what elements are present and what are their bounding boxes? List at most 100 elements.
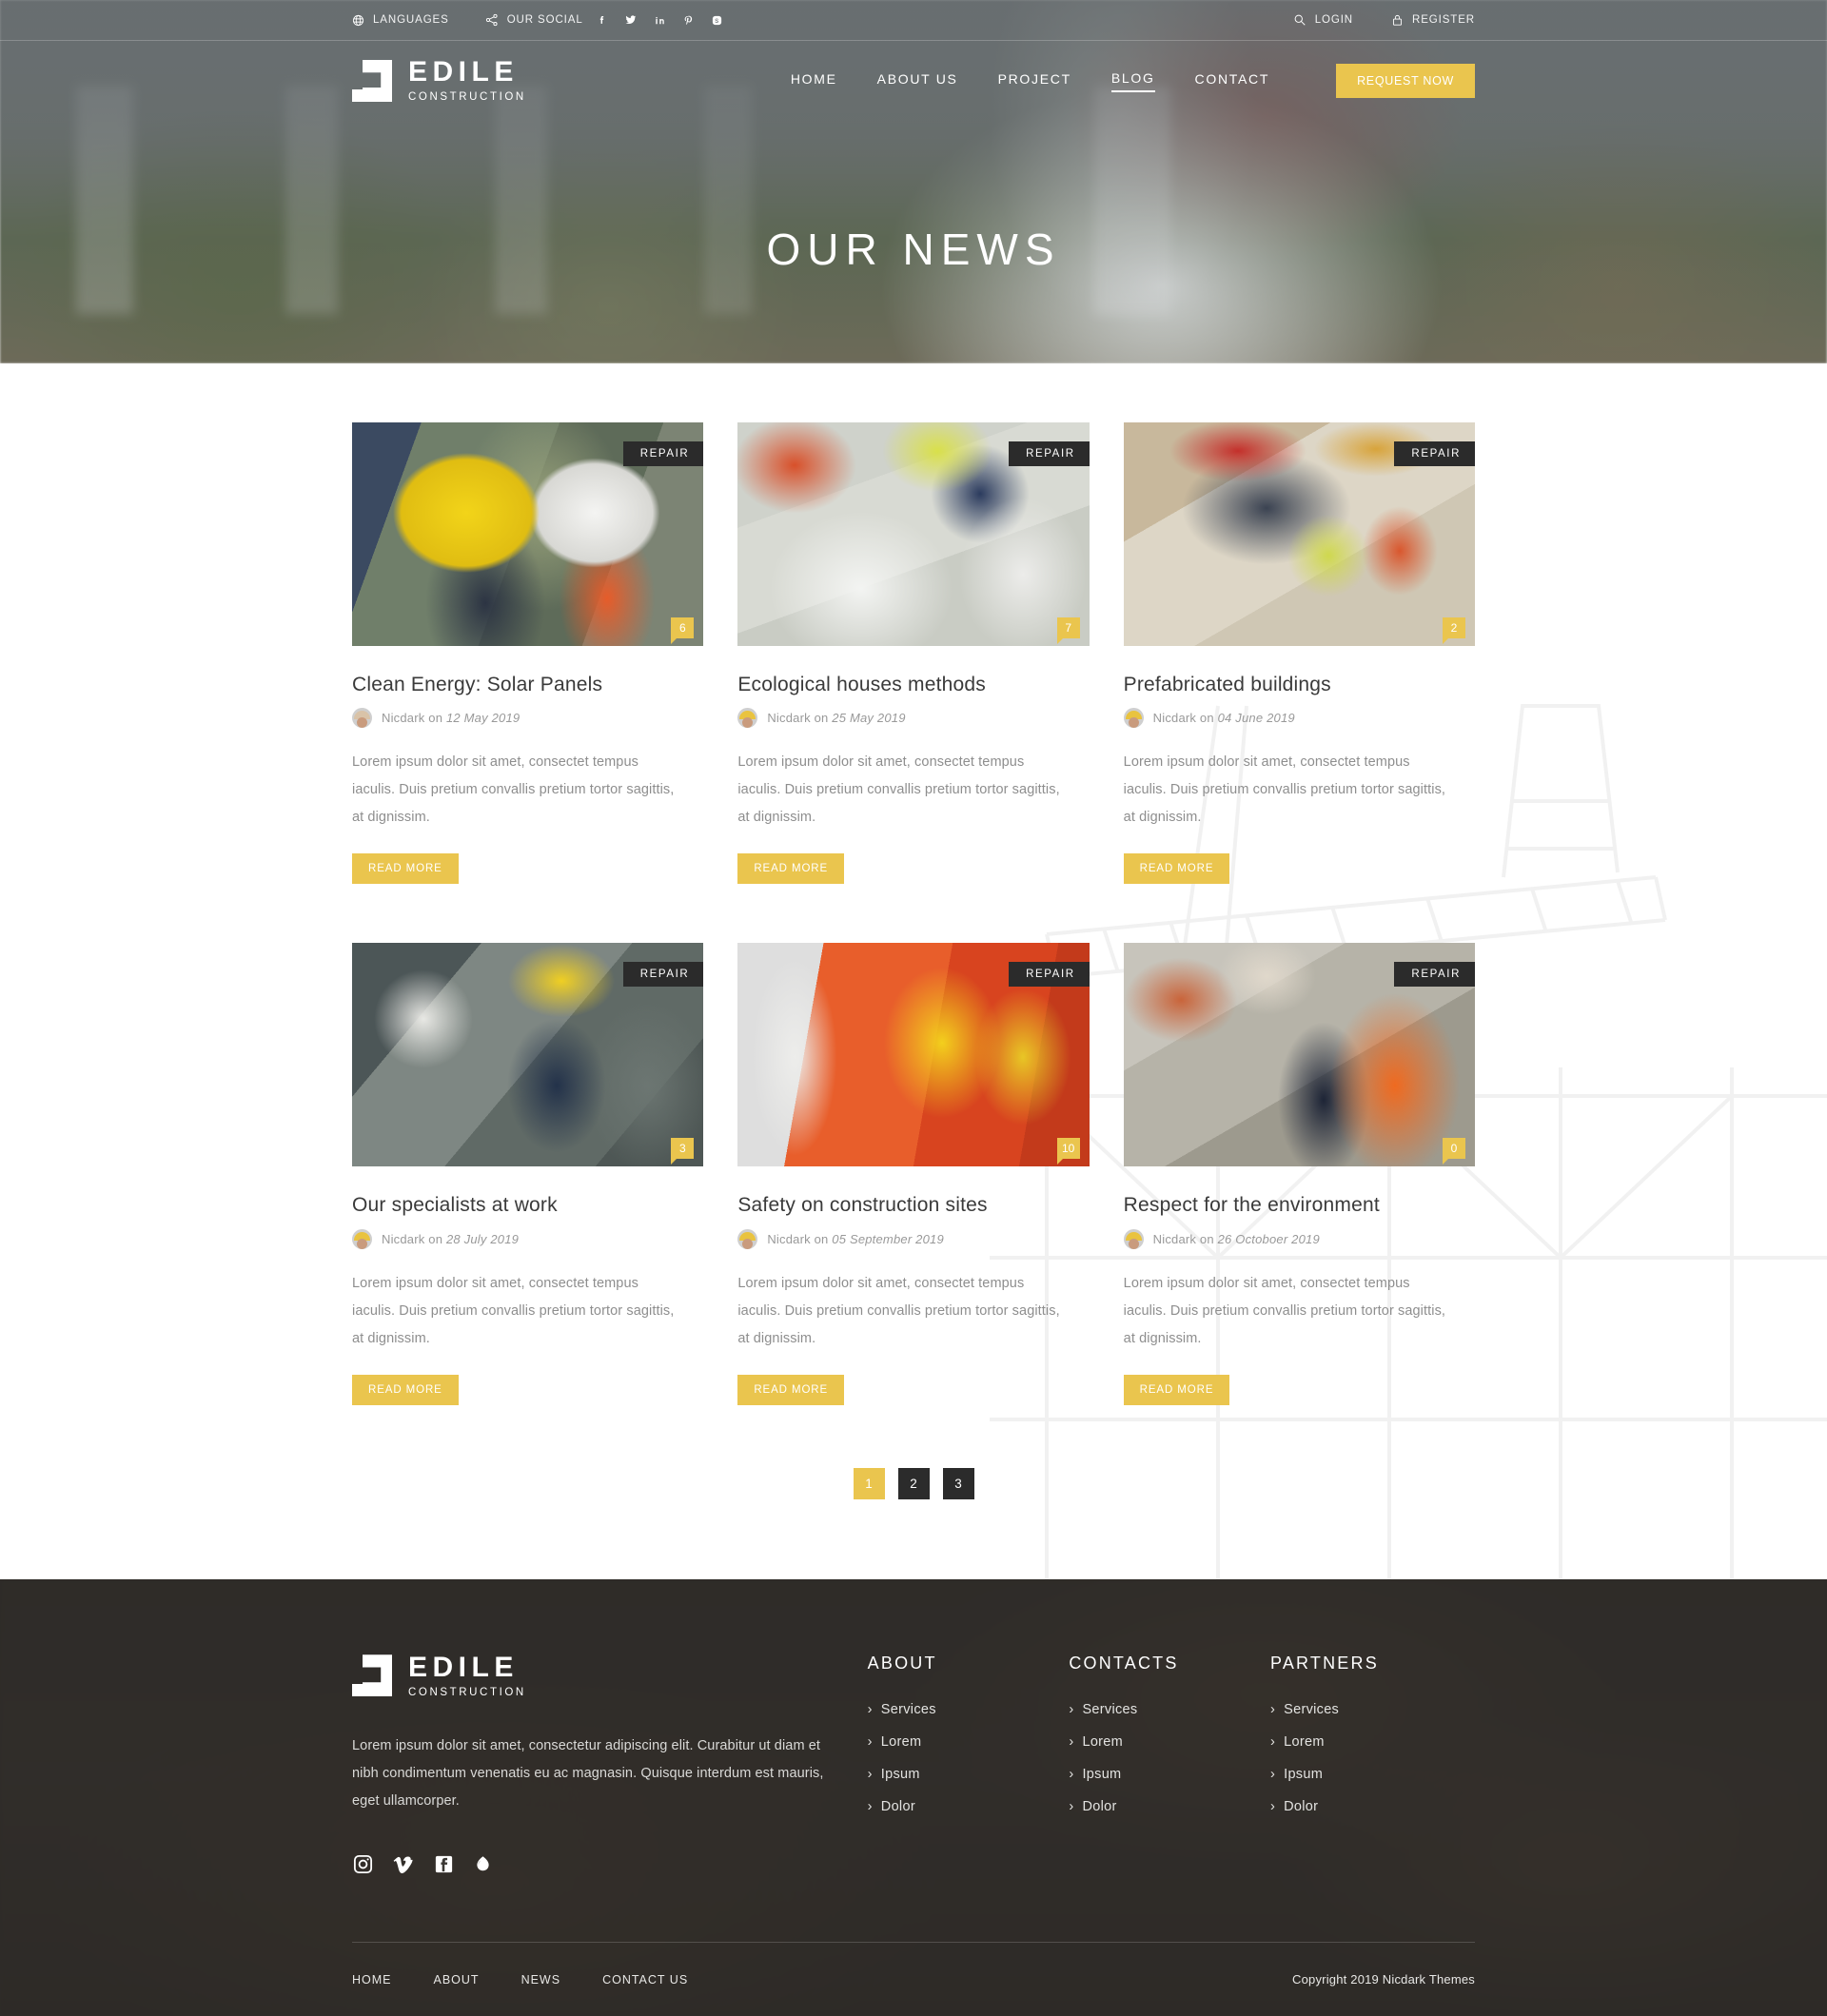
main-navigation-bar: EDILE CONSTRUCTION HOME ABOUT US PROJECT… (352, 41, 1475, 121)
footer-link[interactable]: ›Dolor (1270, 1799, 1475, 1814)
request-now-button[interactable]: REQUEST NOW (1336, 64, 1475, 98)
pinterest-icon[interactable] (682, 14, 695, 27)
footer-bottom-link-home[interactable]: HOME (352, 1973, 392, 1987)
footer-bottom-bar: HOME ABOUT NEWS CONTACT US Copyright 201… (352, 1942, 1475, 2016)
post-category-badge[interactable]: REPAIR (1394, 962, 1475, 987)
post-comment-count: 10 (1057, 1138, 1080, 1159)
author-avatar (352, 1229, 372, 1249)
footer-link[interactable]: ›Lorem (1069, 1734, 1249, 1750)
read-more-button[interactable]: READ MORE (352, 1375, 459, 1405)
footer-link[interactable]: ›Services (1069, 1702, 1249, 1717)
author-avatar (352, 708, 372, 728)
post-author-date: Nicdark on 25 May 2019 (767, 711, 905, 725)
post-category-badge[interactable]: REPAIR (1009, 441, 1090, 466)
footer-logo[interactable]: EDILE CONSTRUCTION (352, 1654, 847, 1699)
pagination-page-1[interactable]: 1 (854, 1468, 885, 1499)
register-button[interactable]: REGISTER (1391, 13, 1475, 27)
footer-column-title: ABOUT (868, 1654, 1049, 1673)
post-title[interactable]: Ecological houses methods (737, 673, 1089, 697)
read-more-button[interactable]: READ MORE (1124, 1375, 1230, 1405)
blog-card[interactable]: REPAIR 0 Respect for the environment Nic… (1124, 943, 1475, 1404)
our-social-label: OUR SOCIAL (507, 14, 583, 26)
footer-column-contacts: CONTACTS ›Services ›Lorem ›Ipsum ›Dolor (1069, 1654, 1249, 1876)
post-comment-count: 6 (671, 617, 694, 638)
post-category-badge[interactable]: REPAIR (1009, 962, 1090, 987)
post-title[interactable]: Prefabricated buildings (1124, 673, 1475, 697)
topbar-social-list: S (596, 13, 723, 27)
post-title[interactable]: Clean Energy: Solar Panels (352, 673, 703, 697)
footer-link[interactable]: ›Lorem (1270, 1734, 1475, 1750)
login-button[interactable]: LOGIN (1293, 13, 1353, 27)
twitter-icon[interactable] (624, 13, 638, 27)
post-thumbnail[interactable]: REPAIR 3 (352, 943, 703, 1166)
chevron-right-icon: › (868, 1799, 873, 1814)
blog-card[interactable]: REPAIR 10 Safety on construction sites N… (737, 943, 1089, 1404)
footer-column-partners: PARTNERS ›Services ›Lorem ›Ipsum ›Dolor (1270, 1654, 1475, 1876)
footer-brand-tagline: CONSTRUCTION (408, 1688, 526, 1699)
post-thumbnail[interactable]: REPAIR 6 (352, 422, 703, 646)
post-thumbnail[interactable]: REPAIR 10 (737, 943, 1089, 1166)
nav-item-about-us[interactable]: ABOUT US (877, 71, 958, 91)
instagram-icon[interactable] (352, 1853, 374, 1875)
chevron-right-icon: › (1069, 1799, 1073, 1814)
linkedin-icon[interactable] (654, 14, 666, 27)
nav-item-home[interactable]: HOME (791, 71, 837, 91)
nav-item-blog[interactable]: BLOG (1111, 70, 1155, 92)
read-more-button[interactable]: READ MORE (352, 853, 459, 884)
hero-header: LANGUAGES OUR SOCIAL (0, 0, 1827, 363)
footer-bottom-link-news[interactable]: NEWS (521, 1973, 561, 1987)
post-title[interactable]: Respect for the environment (1124, 1193, 1475, 1218)
read-more-button[interactable]: READ MORE (737, 1375, 844, 1405)
footer-bottom-link-contact-us[interactable]: CONTACT US (602, 1973, 688, 1987)
post-excerpt: Lorem ipsum dolor sit amet, consectet te… (352, 1270, 685, 1353)
post-thumbnail[interactable]: REPAIR 2 (1124, 422, 1475, 646)
footer-link[interactable]: ›Dolor (1069, 1799, 1249, 1814)
blog-card[interactable]: REPAIR 6 Clean Energy: Solar Panels Nicd… (352, 422, 703, 884)
post-excerpt: Lorem ipsum dolor sit amet, consectet te… (737, 749, 1071, 832)
languages-selector[interactable]: LANGUAGES (352, 14, 449, 27)
post-meta: Nicdark on 12 May 2019 (352, 708, 703, 728)
pagination-page-3[interactable]: 3 (943, 1468, 974, 1499)
post-category-badge[interactable]: REPAIR (623, 441, 704, 466)
blog-card[interactable]: REPAIR 7 Ecological houses methods Nicda… (737, 422, 1089, 884)
blog-card[interactable]: REPAIR 2 Prefabricated buildings Nicdark… (1124, 422, 1475, 884)
post-title[interactable]: Safety on construction sites (737, 1193, 1089, 1218)
skype-icon[interactable]: S (711, 14, 723, 27)
post-thumbnail[interactable]: REPAIR 7 (737, 422, 1089, 646)
share-icon (485, 13, 499, 27)
footer-column-about: ABOUT ›Services ›Lorem ›Ipsum ›Dolor (868, 1654, 1049, 1876)
post-category-badge[interactable]: REPAIR (623, 962, 704, 987)
globe-icon (352, 14, 364, 27)
read-more-button[interactable]: READ MORE (737, 853, 844, 884)
vimeo-icon[interactable] (392, 1853, 415, 1875)
footer-bottom-link-about[interactable]: ABOUT (434, 1973, 480, 1987)
chevron-right-icon: › (1069, 1702, 1073, 1717)
lock-icon (1391, 13, 1404, 27)
nav-item-contact[interactable]: CONTACT (1195, 71, 1270, 91)
post-meta: Nicdark on 04 June 2019 (1124, 708, 1475, 728)
footer-link[interactable]: ›Ipsum (1270, 1767, 1475, 1782)
footer-link[interactable]: ›Ipsum (1069, 1767, 1249, 1782)
footer-link[interactable]: ›Services (868, 1702, 1049, 1717)
site-logo[interactable]: EDILE CONSTRUCTION (352, 58, 526, 104)
nav-item-project[interactable]: PROJECT (998, 71, 1071, 91)
pagination: 1 2 3 (0, 1468, 1827, 1499)
post-comment-count: 0 (1443, 1138, 1465, 1159)
pagination-page-2[interactable]: 2 (898, 1468, 930, 1499)
facebook-icon[interactable] (433, 1853, 455, 1875)
chevron-right-icon: › (1270, 1734, 1275, 1750)
footer-link[interactable]: ›Services (1270, 1702, 1475, 1717)
post-thumbnail[interactable]: REPAIR 0 (1124, 943, 1475, 1166)
facebook-icon[interactable] (596, 14, 608, 27)
read-more-button[interactable]: READ MORE (1124, 853, 1230, 884)
post-comment-count: 2 (1443, 617, 1465, 638)
blog-card[interactable]: REPAIR 3 Our specialists at work Nicdark… (352, 943, 703, 1404)
dribbble-icon[interactable] (473, 1853, 493, 1875)
footer-link[interactable]: ›Dolor (868, 1799, 1049, 1814)
footer-brand-block: EDILE CONSTRUCTION Lorem ipsum dolor sit… (352, 1654, 847, 1876)
post-category-badge[interactable]: REPAIR (1394, 441, 1475, 466)
post-meta: Nicdark on 05 September 2019 (737, 1229, 1089, 1249)
post-title[interactable]: Our specialists at work (352, 1193, 703, 1218)
footer-link[interactable]: ›Ipsum (868, 1767, 1049, 1782)
footer-link[interactable]: ›Lorem (868, 1734, 1049, 1750)
